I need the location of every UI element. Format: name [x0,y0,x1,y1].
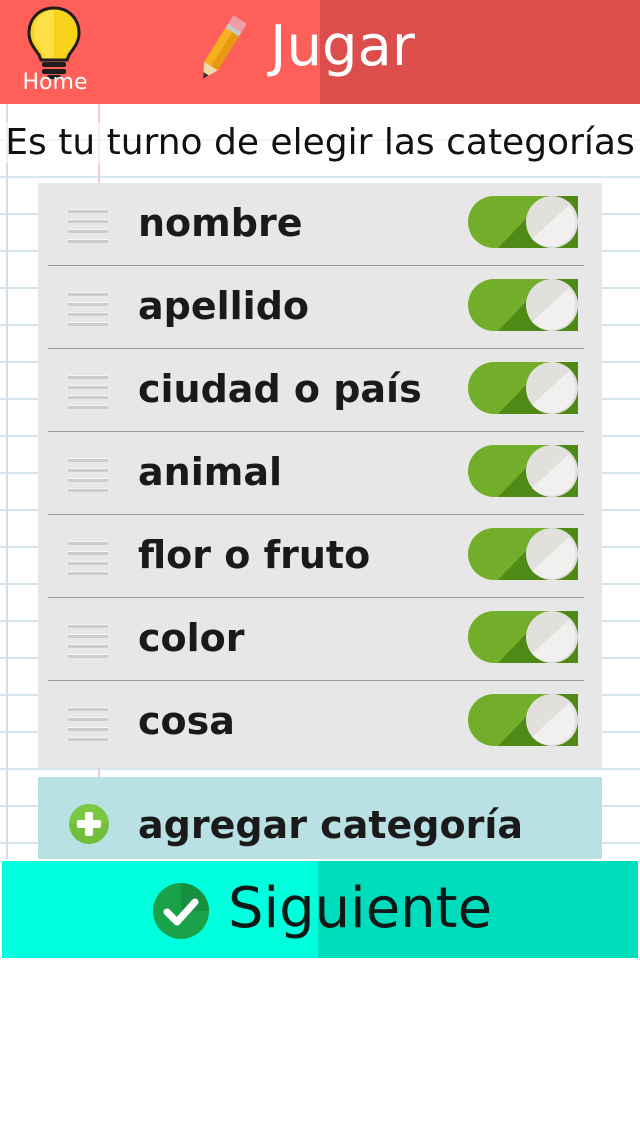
category-label: apellido [138,284,309,328]
category-label: flor o fruto [138,533,371,577]
drag-handle-icon[interactable] [68,375,108,409]
category-row: color [48,598,584,681]
category-list: nombre apellido ciudad o país animal flo… [38,183,602,768]
drag-handle-icon[interactable] [68,707,108,741]
category-row: apellido [48,266,584,349]
app-header: Home Jugar [0,0,640,104]
page-title: Jugar [270,14,415,79]
category-row: cosa [48,681,584,764]
drag-handle-icon[interactable] [68,209,108,243]
category-label: animal [138,450,282,494]
category-label: color [138,616,245,660]
home-button[interactable]: Home [0,0,110,104]
drag-handle-icon[interactable] [68,624,108,658]
check-circle-icon [153,883,209,939]
category-toggle[interactable] [468,196,578,248]
category-row: nombre [48,183,584,266]
category-toggle[interactable] [468,279,578,331]
category-row: flor o fruto [48,515,584,598]
category-toggle[interactable] [468,611,578,663]
add-category-label: agregar categoría [138,803,523,847]
lightbulb-icon [27,6,81,79]
home-label: Home [22,70,88,95]
category-toggle[interactable] [468,694,578,746]
category-toggle[interactable] [468,362,578,414]
plus-circle-icon [69,804,109,844]
instruction-text: Es tu turno de elegir las categorías [0,122,640,163]
drag-handle-icon[interactable] [68,458,108,492]
next-button-label: Siguiente [228,876,493,941]
category-label: cosa [138,699,235,743]
category-row: animal [48,432,584,515]
category-toggle[interactable] [468,528,578,580]
category-label: nombre [138,201,303,245]
drag-handle-icon[interactable] [68,292,108,326]
paper-edge-line [6,104,8,860]
category-label: ciudad o país [138,367,422,411]
pencil-icon [202,15,246,79]
drag-handle-icon[interactable] [68,541,108,575]
category-row: ciudad o país [48,349,584,432]
category-toggle[interactable] [468,445,578,497]
add-category-button[interactable]: agregar categoría [38,777,602,860]
